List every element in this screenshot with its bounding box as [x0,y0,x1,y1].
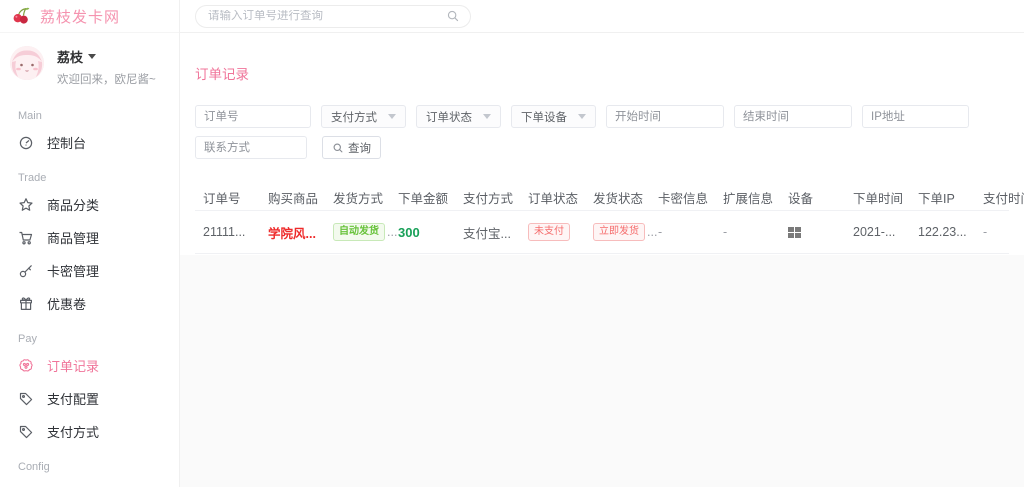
cell-order-time: 2021-... [853,225,896,239]
col-delivery-method: 发货方式 [333,192,384,206]
search-icon[interactable] [440,9,466,23]
chevron-down-icon [388,114,396,119]
col-product: 购买商品 [268,192,319,206]
orders-table: 订单号 购买商品 发货方式 下单金额 支付方式 订单状态 发货状态 卡密信息 扩… [195,185,1024,254]
user-menu[interactable]: 荔枝 [57,47,156,66]
filters-row-2: 查询 [195,136,1009,159]
cart-icon [18,230,34,246]
ip-input[interactable] [862,105,969,128]
sidebar-item-pay-config[interactable]: 支付配置 [0,382,179,415]
col-order-ip: 下单IP [918,192,955,206]
start-time-input[interactable] [606,105,724,128]
welcome-text: 欢迎回来，欧尼酱~ [57,74,156,86]
sidebar-nav: Main 控制台 Trade 商品分类 商品管理 卡密管理 优惠卷 Pay 订单… [0,110,179,487]
order-search-bar [195,4,471,28]
table-row: 21111... 学院风... 自动发货 ... 300 支付宝... 未支付 … [195,211,1009,254]
cell-ext-info: - [723,225,728,239]
filters-row-1: 支付方式 订单状态 下单设备 [195,105,1009,128]
nav-section-pay: Pay [18,333,37,345]
sidebar-item-site-config[interactable]: 网站配置 [0,477,179,487]
col-ext-info: 扩展信息 [723,192,774,206]
order-records-panel: 订单记录 支付方式 订单状态 下单设备 [180,33,1024,255]
app-window: 荔枝发卡网 荔枝 欢迎回来，欧尼酱~ Main 控制台 Trade 商品分类 商… [0,0,1024,487]
avatar[interactable] [10,46,44,80]
cherry-icon [11,6,31,26]
user-panel: 荔枝 欢迎回来，欧尼酱~ [0,33,179,97]
search-icon [332,142,344,154]
col-amount: 下单金额 [398,192,449,206]
sidebar-item-product-manage[interactable]: 商品管理 [0,221,179,254]
cell-pay-time: - [983,225,988,239]
cell-delivery-method: 自动发货 ... [325,223,397,241]
page-title: 订单记录 [195,67,249,82]
cell-pay-method: 支付宝... [463,226,511,241]
nav-section-main: Main [18,110,42,122]
user-name: 荔枝 [57,50,84,65]
col-device: 设备 [788,192,814,206]
device-select[interactable]: 下单设备 [511,105,596,128]
nav-section-config: Config [18,461,50,473]
star-icon [18,197,34,213]
ship-badge: 立即发货 [593,223,645,241]
sidebar-item-dashboard[interactable]: 控制台 [0,126,179,159]
chevron-down-icon [483,114,491,119]
order-status-select[interactable]: 订单状态 [416,105,501,128]
brand-title: 荔枝发卡网 [40,8,121,26]
col-card-info: 卡密信息 [658,192,709,206]
chevron-down-icon [88,54,97,59]
col-pay-method: 支付方式 [463,192,514,206]
berry-icon [18,358,34,374]
main-area: 订单记录 支付方式 订单状态 下单设备 [180,0,1024,487]
nav-section-trade: Trade [18,172,47,184]
sidebar-item-product-category[interactable]: 商品分类 [0,188,179,221]
cell-amount: 300 [398,224,420,240]
cell-product: 学院风... [268,226,316,241]
col-ship-status: 发货状态 [593,192,644,206]
cell-order-status: 未支付 [520,223,585,241]
sidebar-item-coupon[interactable]: 优惠卷 [0,287,179,320]
delivery-badge: 自动发货 [333,223,385,241]
tag-icon [18,424,34,440]
cell-device [780,226,845,238]
sidebar-item-pay-method[interactable]: 支付方式 [0,415,179,448]
col-order-status: 订单状态 [528,192,579,206]
sidebar: 荔枝发卡网 荔枝 欢迎回来，欧尼酱~ Main 控制台 Trade 商品分类 商… [0,0,180,487]
status-badge: 未支付 [528,223,570,241]
end-time-input[interactable] [734,105,852,128]
sidebar-item-order-records[interactable]: 订单记录 [0,349,179,382]
topbar [180,0,1024,33]
col-order-time: 下单时间 [853,192,904,206]
table-header-row: 订单号 购买商品 发货方式 下单金额 支付方式 订单状态 发货状态 卡密信息 扩… [195,185,1024,211]
sidebar-item-card-manage[interactable]: 卡密管理 [0,254,179,287]
contact-input[interactable] [195,136,307,159]
dashboard-icon [18,135,34,151]
order-no-input[interactable] [195,105,311,128]
col-pay-time: 支付时间 [983,192,1024,206]
pay-method-select[interactable]: 支付方式 [321,105,406,128]
gift-icon [18,296,34,312]
order-search-input[interactable] [208,10,440,22]
key-icon [18,263,34,279]
chevron-down-icon [578,114,586,119]
tag-icon [18,391,34,407]
query-button[interactable]: 查询 [322,136,381,159]
col-order-no: 订单号 [203,192,241,206]
windows-icon [788,227,801,238]
cell-card-info: - [658,225,663,239]
cell-order-ip: 122.23... [918,225,967,239]
cell-ship-status: 立即发货 ... [585,223,657,241]
cell-order-no: 21111... [203,225,246,239]
brand: 荔枝发卡网 [0,0,179,33]
